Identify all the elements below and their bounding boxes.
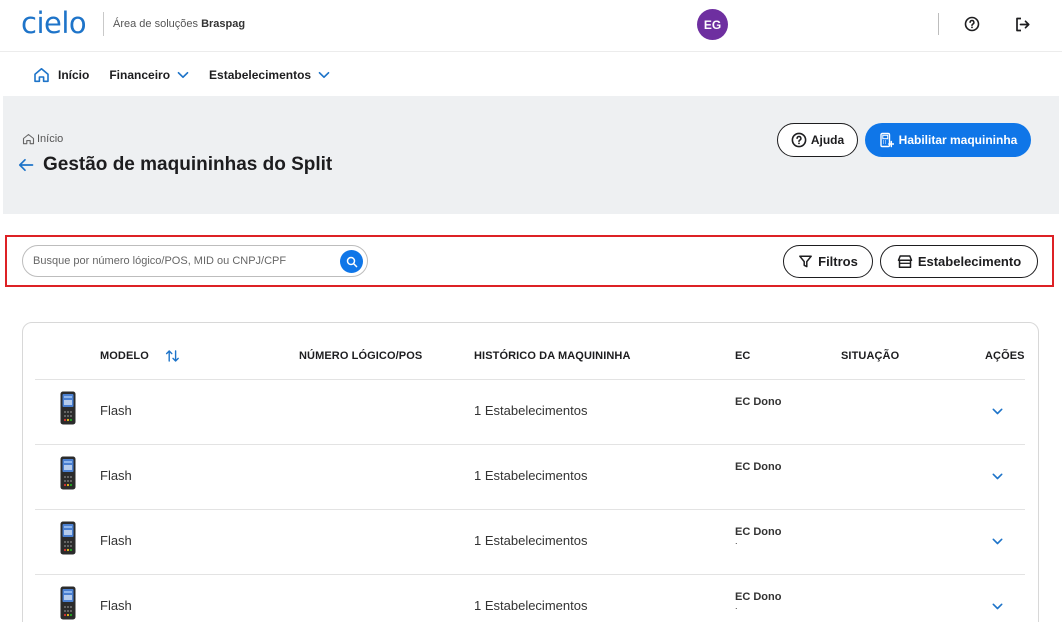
row-divider — [35, 574, 1025, 575]
row-expand-button[interactable] — [990, 404, 1004, 418]
row-expand-button[interactable] — [990, 469, 1004, 483]
row-expand-button[interactable] — [990, 534, 1004, 548]
enable-machine-button[interactable]: Habilitar maquininha — [865, 123, 1031, 157]
cell-ec: EC Dono — [735, 591, 782, 603]
nav-label-inicio: Início — [58, 67, 90, 82]
cell-history: 1 Estabelecimentos — [474, 598, 588, 613]
cell-history: 1 Estabelecimentos — [474, 403, 588, 418]
enable-machine-label: Habilitar maquininha — [898, 133, 1018, 147]
establishment-button[interactable]: Estabelecimento — [880, 245, 1038, 278]
subtitle-prefix: Área de soluções — [113, 18, 198, 30]
help-button[interactable]: Ajuda — [777, 123, 858, 157]
row-divider — [35, 444, 1025, 445]
cell-ec-sub: . — [735, 536, 738, 546]
subtitle-brand: Braspag — [201, 18, 246, 30]
pos-device-icon — [60, 586, 76, 620]
cell-model: Flash — [100, 598, 132, 613]
column-header-model-label: MODELO — [100, 350, 149, 362]
chevron-down-icon — [177, 71, 189, 78]
chevron-down-icon — [992, 473, 1002, 479]
pos-device-icon — [60, 456, 76, 490]
row-divider — [35, 509, 1025, 510]
cell-ec: EC Dono — [735, 461, 782, 473]
header-divider — [938, 13, 939, 35]
establishment-button-label: Estabelecimento — [917, 254, 1022, 269]
page-title: Gestão de maquininhas do Split — [43, 154, 333, 175]
store-icon — [897, 255, 913, 269]
logo-divider — [103, 12, 104, 36]
cell-model: Flash — [100, 533, 132, 548]
top-header: cielo Área de soluções Braspag EG — [0, 0, 1062, 52]
user-avatar[interactable]: EG — [697, 9, 728, 40]
sort-icon[interactable] — [165, 349, 180, 368]
chevron-down-icon — [992, 603, 1002, 609]
logout-icon[interactable] — [1012, 14, 1032, 34]
search-box — [22, 245, 368, 277]
main-nav: Início Financeiro Estabelecimentos — [0, 53, 1062, 96]
column-header-model[interactable]: MODELO — [100, 350, 149, 362]
search-button[interactable] — [340, 250, 363, 273]
page-header: Início Gestão de maquininhas do Split Aj… — [3, 96, 1059, 214]
help-button-label: Ajuda — [810, 133, 845, 147]
pos-device-icon — [60, 391, 76, 425]
chevron-down-icon — [992, 408, 1002, 414]
cell-ec-sub: . — [735, 601, 738, 611]
nav-label-financeiro: Financeiro — [109, 67, 171, 82]
search-input[interactable] — [33, 253, 333, 269]
arrow-left-icon[interactable] — [18, 158, 34, 172]
row-divider — [35, 379, 1025, 380]
filter-icon — [799, 255, 813, 268]
home-icon — [22, 133, 35, 145]
home-icon — [34, 67, 49, 82]
column-header-ec: EC — [735, 350, 751, 362]
nav-item-financeiro[interactable]: Financeiro — [109, 68, 189, 82]
nav-label-estabelecimentos: Estabelecimentos — [209, 67, 312, 82]
row-expand-button[interactable] — [990, 599, 1004, 613]
column-header-logical-number: NÚMERO LÓGICO/POS — [299, 350, 423, 362]
nav-item-inicio[interactable]: Início — [33, 67, 89, 83]
cell-model: Flash — [100, 468, 132, 483]
pos-add-icon — [879, 132, 894, 148]
cell-history: 1 Estabelecimentos — [474, 468, 588, 483]
chevron-down-icon — [318, 71, 330, 78]
filters-button-label: Filtros — [818, 254, 858, 269]
help-icon[interactable] — [962, 14, 982, 34]
search-icon — [346, 256, 357, 267]
cielo-logo[interactable]: cielo — [21, 6, 87, 40]
breadcrumb[interactable]: Início — [22, 133, 63, 145]
cell-history: 1 Estabelecimentos — [474, 533, 588, 548]
column-header-actions: AÇÕES — [985, 350, 1025, 362]
title-row: Gestão de maquininhas do Split — [18, 154, 332, 176]
pos-device-icon — [60, 521, 76, 555]
breadcrumb-label: Início — [37, 133, 64, 145]
cell-ec: EC Dono — [735, 396, 782, 408]
cell-model: Flash — [100, 403, 132, 418]
header-subtitle: Área de soluções Braspag — [113, 18, 245, 30]
column-header-history: HISTÓRICO DA MAQUININHA — [474, 350, 631, 362]
cell-ec: EC Dono — [735, 526, 782, 538]
column-header-status: SITUAÇÃO — [841, 350, 900, 362]
chevron-down-icon — [992, 538, 1002, 544]
nav-item-estabelecimentos[interactable]: Estabelecimentos — [209, 68, 330, 82]
help-icon — [791, 132, 807, 148]
filters-button[interactable]: Filtros — [783, 245, 873, 278]
